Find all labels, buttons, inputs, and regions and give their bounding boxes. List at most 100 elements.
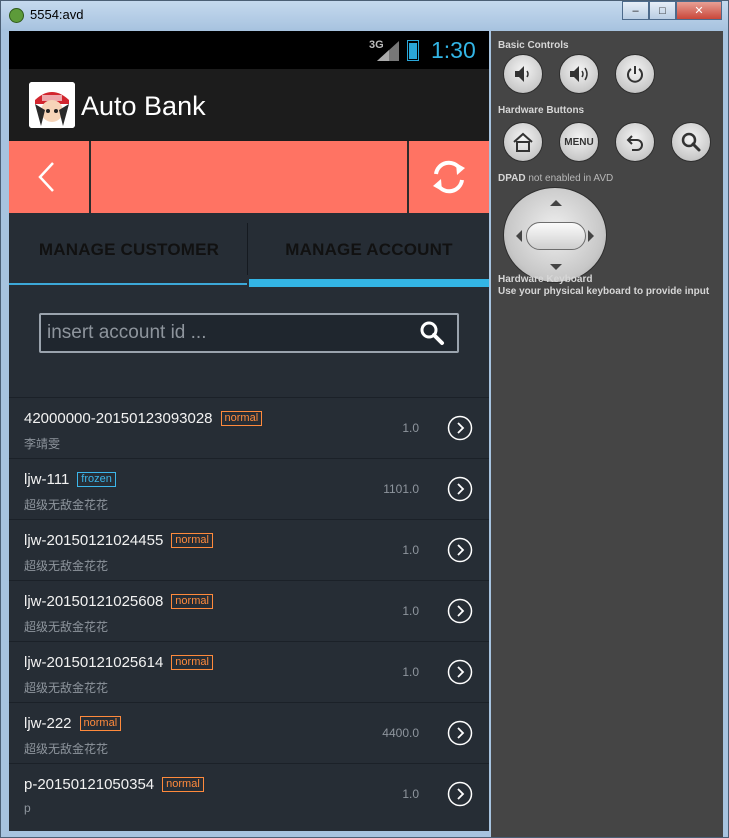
dpad-up-icon[interactable]	[550, 194, 562, 206]
search-icon	[681, 132, 701, 152]
tab-separator	[247, 223, 248, 275]
close-button[interactable]: ✕	[676, 1, 722, 20]
back-button[interactable]	[9, 141, 89, 213]
account-id: 42000000-20150123093028	[24, 410, 213, 427]
search-icon[interactable]	[419, 320, 445, 346]
account-title: ljw-20150121025614 normal	[24, 654, 213, 671]
account-balance: 1.0	[402, 421, 419, 435]
tab-selected-indicator	[249, 279, 489, 287]
account-balance: 1.0	[402, 665, 419, 679]
app-title: Auto Bank	[81, 91, 206, 121]
window-controls: – □ ✕	[622, 1, 722, 20]
account-list: 42000000-20150123093028 normal 李靖雯 1.0 ljw-1…	[9, 397, 489, 831]
back-hw-button[interactable]	[615, 122, 655, 162]
device-screen: 3G 1:30 Auto Bank MANAGE CUSTOMER MANAGE…	[9, 31, 489, 831]
chevron-right-icon[interactable]	[447, 537, 473, 563]
power-icon	[627, 66, 643, 83]
home-icon	[513, 132, 533, 152]
account-title: ljw-20150121024455 normal	[24, 532, 213, 549]
chevron-right-icon[interactable]	[447, 720, 473, 746]
account-title: ljw-20150121025608 normal	[24, 593, 213, 610]
account-title: 42000000-20150123093028 normal	[24, 410, 263, 427]
tab-manage-account[interactable]: MANAGE ACCOUNT	[249, 213, 489, 287]
home-button[interactable]	[503, 122, 543, 162]
hardware-buttons-label: Hardware Buttons	[498, 105, 585, 116]
account-owner: 超级无敌金花花	[24, 620, 109, 634]
chevron-right-icon[interactable]	[447, 415, 473, 441]
tab-manage-customer[interactable]: MANAGE CUSTOMER	[9, 213, 249, 287]
power-button[interactable]	[615, 54, 655, 94]
account-balance: 1.0	[402, 604, 419, 618]
account-balance: 1.0	[402, 543, 419, 557]
app-logo	[29, 82, 75, 128]
search-hw-button[interactable]	[671, 122, 711, 162]
status-badge: frozen	[77, 472, 116, 487]
window-title: 5554:avd	[30, 7, 84, 22]
keyboard-note: Use your physical keyboard to provide in…	[498, 286, 710, 297]
clock: 1:30	[431, 37, 476, 63]
chevron-right-icon[interactable]	[447, 659, 473, 685]
account-title: p-20150121050354 normal	[24, 776, 204, 793]
volume-up-icon	[570, 66, 588, 82]
status-badge: normal	[171, 655, 213, 670]
search-box	[39, 313, 459, 353]
account-id: ljw-20150121025608	[24, 593, 164, 610]
toolbar-divider	[89, 141, 91, 213]
tab-underline	[9, 283, 247, 285]
search-input[interactable]	[47, 315, 397, 351]
menu-button[interactable]: MENU	[559, 122, 599, 162]
emulator-window: 5554:avd – □ ✕ 3G 1:30 Auto Bank MANAGE …	[0, 0, 729, 838]
account-balance: 4400.0	[382, 726, 419, 740]
chevron-right-icon[interactable]	[447, 598, 473, 624]
battery-icon	[407, 40, 419, 61]
dpad-left-icon[interactable]	[510, 230, 522, 242]
status-badge: normal	[79, 716, 122, 731]
status-badge: normal	[220, 411, 263, 426]
volume-up-button[interactable]	[559, 54, 599, 94]
account-owner: 李靖雯	[24, 437, 61, 451]
account-balance: 1101.0	[383, 482, 419, 496]
toolbar	[9, 141, 489, 213]
list-item[interactable]: p-20150121050354 normal p 1.0	[9, 763, 489, 824]
list-item[interactable]: ljw-222 normal 超级无敌金花花 4400.0	[9, 702, 489, 763]
list-item[interactable]: ljw-20150121025608 normal 超级无敌金花花 1.0	[9, 580, 489, 641]
account-id: ljw-111	[24, 471, 70, 488]
window-titlebar[interactable]: 5554:avd – □ ✕	[1, 1, 728, 29]
account-owner: 超级无敌金花花	[24, 559, 109, 573]
tab-bar: MANAGE CUSTOMER MANAGE ACCOUNT	[9, 213, 489, 287]
account-title: ljw-111 frozen	[24, 471, 116, 488]
status-bar: 3G 1:30	[9, 31, 489, 69]
status-badge: normal	[162, 777, 204, 792]
account-id: ljw-222	[24, 715, 72, 732]
refresh-icon	[433, 160, 465, 194]
account-id: ljw-20150121025614	[24, 654, 164, 671]
dpad-right-icon[interactable]	[588, 230, 600, 242]
account-id: ljw-20150121024455	[24, 532, 164, 549]
account-owner: 超级无敌金花花	[24, 742, 109, 756]
keyboard-title: Hardware Keyboard	[498, 274, 593, 285]
basic-controls-label: Basic Controls	[498, 40, 569, 51]
volume-down-button[interactable]	[503, 54, 543, 94]
list-item[interactable]: ljw-20150121025614 normal 超级无敌金花花 1.0	[9, 641, 489, 702]
account-balance: 1.0	[402, 787, 419, 801]
avatar-icon	[29, 82, 75, 128]
account-owner: p	[24, 801, 31, 815]
list-item[interactable]: ljw-20150121024455 normal 超级无敌金花花 1.0	[9, 519, 489, 580]
account-owner: 超级无敌金花花	[24, 498, 109, 512]
minimize-button[interactable]: –	[622, 1, 649, 20]
chevron-right-icon[interactable]	[447, 476, 473, 502]
status-badge: normal	[171, 594, 213, 609]
dpad[interactable]	[503, 187, 607, 283]
chevron-left-icon	[38, 162, 54, 192]
account-title: ljw-222 normal	[24, 715, 122, 732]
list-item[interactable]: 42000000-20150123093028 normal 李靖雯 1.0	[9, 397, 489, 458]
refresh-button[interactable]	[409, 141, 489, 213]
chevron-right-icon[interactable]	[447, 781, 473, 807]
maximize-button[interactable]: □	[649, 1, 676, 20]
dpad-center-button[interactable]	[526, 222, 586, 250]
emulator-app-icon	[9, 8, 24, 23]
volume-down-icon	[515, 66, 529, 82]
list-item[interactable]: ljw-111 frozen 超级无敌金花花 1101.0	[9, 458, 489, 519]
signal-icon	[377, 41, 399, 61]
status-badge: normal	[171, 533, 213, 548]
